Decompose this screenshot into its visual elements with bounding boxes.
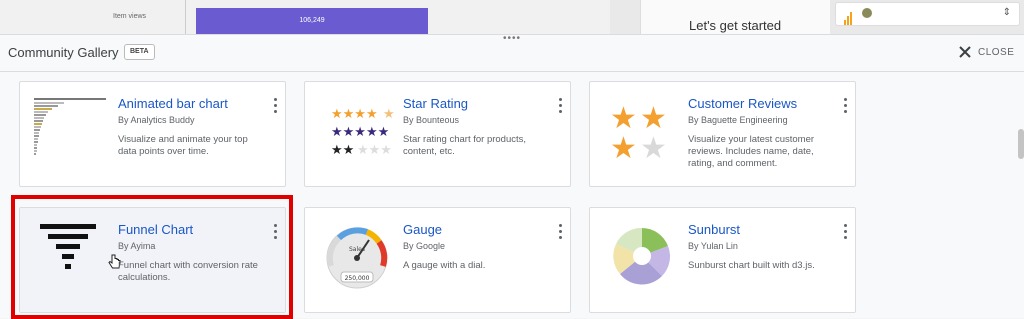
card-title: Sunburst [688, 222, 741, 237]
card-author: By Bounteous [403, 115, 460, 125]
svg-text:★★★: ★★★ [357, 143, 392, 158]
selection-highlight [11, 195, 293, 319]
close-label: CLOSE [978, 46, 1015, 58]
card-description: Visualize your latest customer reviews. … [688, 134, 815, 169]
close-icon [959, 46, 971, 58]
gauge-value: 250,000 [345, 275, 370, 282]
gallery-card-sunburst[interactable]: Sunburst By Yulan Lin Sunburst chart bui… [589, 207, 856, 313]
gallery-card-gauge[interactable]: Sales 250,000 Gauge By Google A gauge wi… [304, 207, 571, 313]
more-options-icon[interactable] [272, 98, 278, 114]
star-rating-thumbnail: ★★★★ ★ ★★★★★ ★★ ★★★ [317, 94, 397, 164]
scrollbar[interactable] [1016, 75, 1024, 319]
svg-text:★: ★ [383, 107, 395, 122]
svg-text:★: ★ [640, 131, 667, 164]
close-button[interactable]: CLOSE [958, 43, 1014, 61]
item-views-bar: 106,249 [196, 8, 428, 34]
scrollbar-thumb[interactable] [1018, 129, 1024, 159]
settings-icon [862, 8, 872, 18]
background-report: Item views 106,249 Let's get started ⇕ [0, 0, 1024, 34]
gallery-card-star-rating[interactable]: ★★★★ ★ ★★★★★ ★★ ★★★ Star Rating By Bount… [304, 81, 571, 187]
analytics-icon [844, 7, 853, 25]
card-title: Gauge [403, 222, 443, 237]
card-title: Animated bar chart [118, 96, 228, 111]
card-author: By Baguette Engineering [688, 115, 788, 125]
more-options-icon[interactable] [557, 224, 563, 240]
more-options-icon[interactable] [557, 98, 563, 114]
beta-badge: BETA [124, 44, 155, 60]
card-title: Star Rating [403, 96, 469, 111]
card-author: By Google [403, 241, 446, 251]
gauge-thumbnail: Sales 250,000 [317, 220, 397, 290]
svg-text:★★★★: ★★★★ [331, 107, 378, 122]
card-description: Star rating chart for products, content,… [403, 134, 527, 157]
gallery-card-customer-reviews[interactable]: ★ ★ ★ ★ Customer Reviews By Baguette Eng… [589, 81, 856, 187]
divider [185, 0, 186, 34]
svg-text:★★★★★: ★★★★★ [331, 125, 389, 140]
gallery-header: Community Gallery BETA CLOSE [0, 35, 1024, 69]
background-side-panel: Let's get started [640, 0, 830, 34]
animated-bar-chart-thumbnail [32, 94, 112, 164]
card-description: A gauge with a dial. [403, 260, 486, 271]
card-title: Customer Reviews [688, 96, 798, 111]
more-options-icon[interactable] [842, 98, 848, 114]
card-author: By Yulan Lin [688, 241, 738, 251]
gallery-title: Community Gallery [8, 45, 119, 60]
lets-get-started-text: Let's get started [689, 18, 782, 33]
card-author: By Analytics Buddy [118, 115, 195, 125]
svg-text:★★: ★★ [331, 143, 354, 158]
background-table: Item views 106,249 [0, 0, 610, 34]
header-divider [0, 71, 1024, 72]
gallery-card-animated-bar-chart[interactable]: Animated bar chart By Analytics Buddy Vi… [19, 81, 286, 187]
gauge-label: Sales [349, 246, 365, 253]
customer-reviews-thumbnail: ★ ★ ★ ★ [602, 94, 682, 166]
more-options-icon[interactable] [842, 224, 848, 240]
card-description: Sunburst chart built with d3.js. [688, 260, 815, 271]
data-source-select[interactable]: ⇕ [835, 2, 1020, 26]
item-views-label: Item views [113, 13, 147, 20]
chevron-up-down-icon: ⇕ [1002, 7, 1011, 18]
sunburst-thumbnail [602, 220, 682, 290]
svg-text:★: ★ [610, 131, 637, 164]
card-description: Visualize and animate your top data poin… [118, 134, 248, 157]
